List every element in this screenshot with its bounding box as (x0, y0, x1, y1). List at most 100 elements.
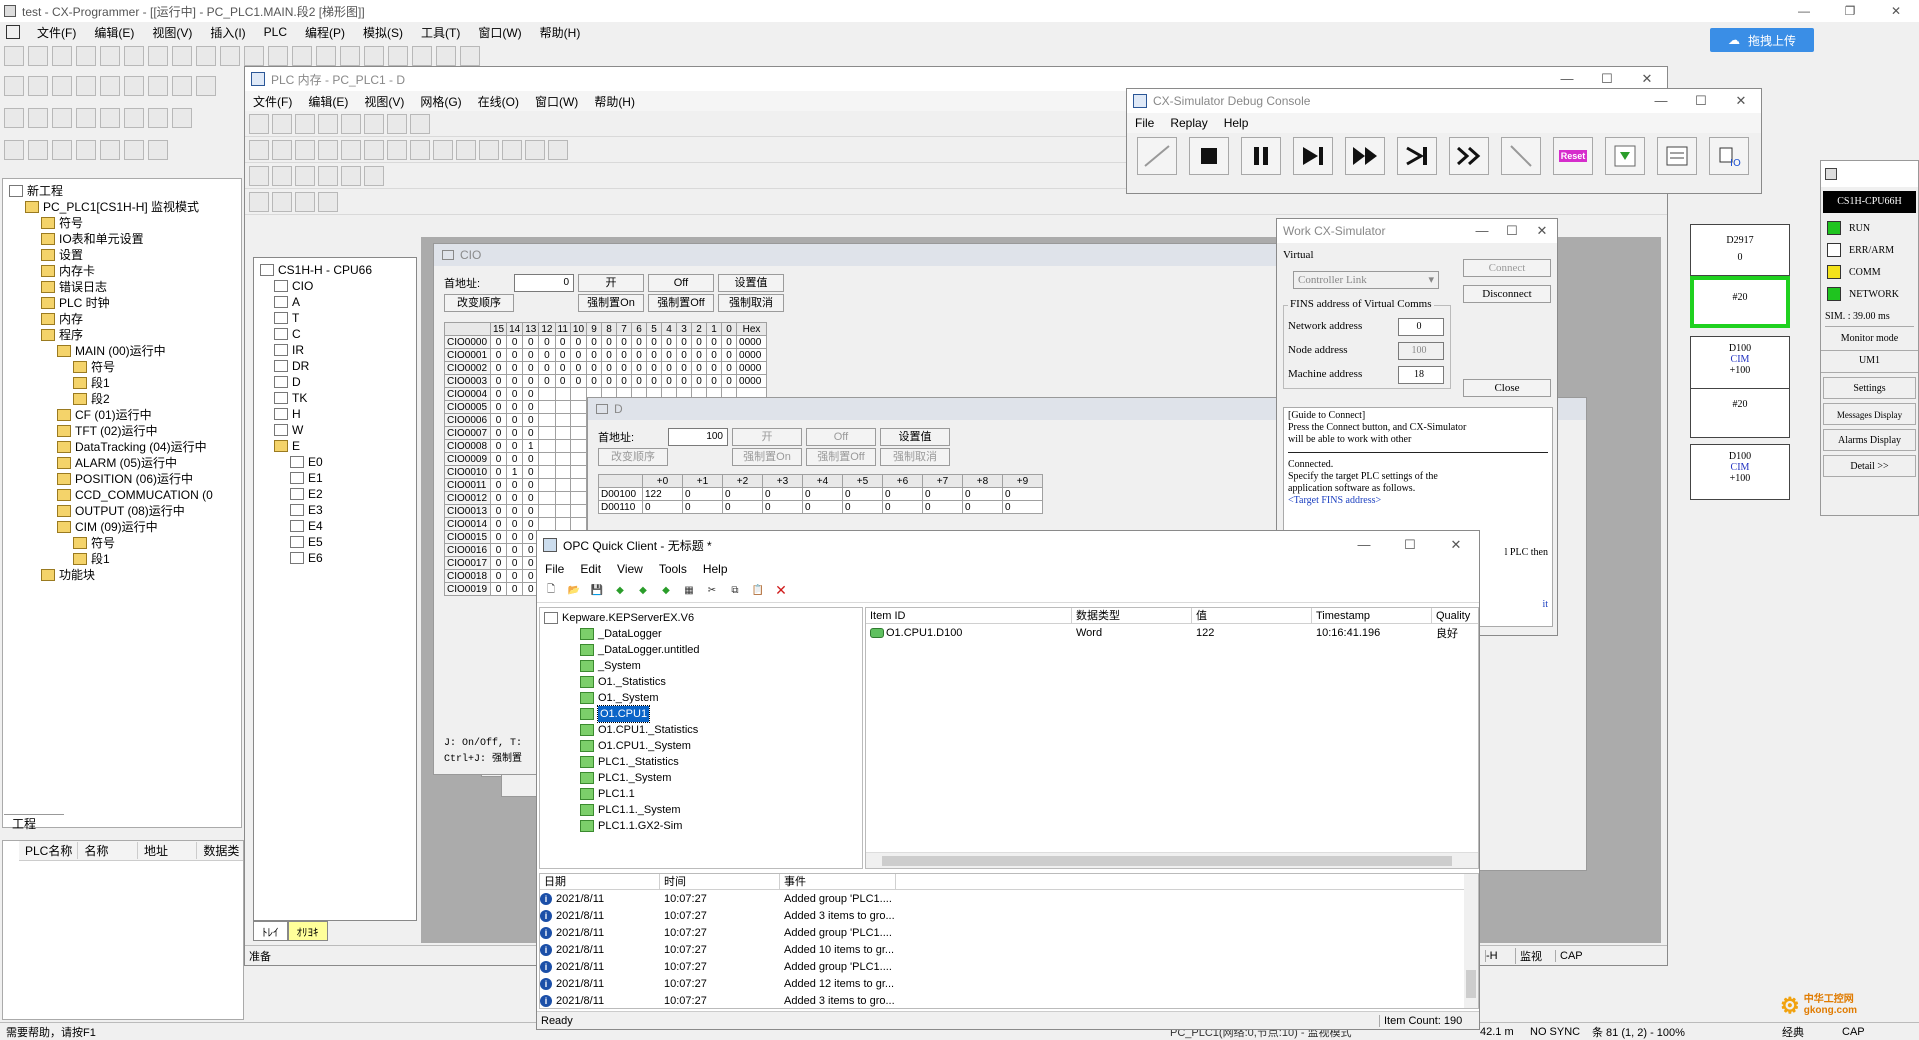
cio-bit-cell[interactable] (554, 478, 571, 492)
cio-bit-cell[interactable]: 0 (506, 530, 524, 544)
hscroll-thumb[interactable] (882, 856, 1452, 866)
cio-bit-cell[interactable] (569, 426, 588, 440)
redo-icon[interactable] (220, 46, 240, 66)
help-icon[interactable] (292, 46, 312, 66)
cio-bit-cell[interactable]: 0 (489, 426, 508, 440)
d-start-field[interactable]: 100 (668, 428, 728, 446)
tree-item[interactable]: CCD_COMMUCATION (0 (9, 487, 241, 503)
pm-hex-icon[interactable] (364, 139, 384, 160)
cio-bit-cell[interactable]: 0 (646, 348, 663, 362)
memory-area-item[interactable]: DR (260, 358, 416, 374)
opc-log-vscroll[interactable] (1464, 874, 1478, 1008)
d-value-cell[interactable]: 0 (722, 487, 763, 501)
menu-edit[interactable]: 编辑(E) (85, 24, 143, 41)
d-value-cell[interactable]: 122 (642, 487, 683, 501)
log-row[interactable]: i 2021/8/11 10:07:27 Added group 'PLC1.... (540, 924, 1478, 941)
unlink-icon[interactable] (124, 140, 144, 160)
pm-print-icon[interactable] (318, 113, 338, 134)
log-row[interactable]: i 2021/8/11 10:07:27 Added group 'PLC1.... (540, 890, 1478, 907)
compare-icon[interactable] (412, 46, 432, 66)
pm-download-icon[interactable] (318, 165, 338, 186)
tree-item[interactable]: 程序 (9, 327, 241, 343)
cio-force-off-button[interactable]: 强制置Off (648, 294, 714, 312)
slope-icon[interactable] (1137, 137, 1177, 175)
cio-bit-cell[interactable] (554, 400, 571, 414)
opc-open-icon[interactable]: 📂 (564, 581, 584, 601)
chart-icon[interactable] (196, 76, 216, 96)
cio-bit-cell[interactable]: 0 (691, 348, 708, 362)
col-event[interactable]: 事件 (780, 873, 896, 890)
dc-minimize-icon[interactable]: — (1641, 93, 1681, 109)
opc-new-item-icon[interactable]: ◆ (656, 581, 676, 601)
close-button[interactable]: Close (1463, 379, 1551, 397)
tab-orientation[interactable]: ｵﾘﾖｷ (287, 921, 328, 941)
opc-tree-item[interactable]: O1._Statistics (544, 674, 862, 690)
log-row[interactable]: i 2021/8/11 10:07:27 Added 12 items to gr..… (540, 975, 1478, 992)
memory-view-icon[interactable] (1657, 137, 1697, 175)
cio-bit-cell[interactable]: 0 (489, 387, 508, 401)
transfer-icon[interactable] (388, 46, 408, 66)
cio-bit-cell[interactable]: 0 (522, 413, 540, 427)
cio-bit-cell[interactable] (538, 491, 556, 505)
io-hand-icon[interactable]: IO (1709, 137, 1749, 175)
dc-menu-replay[interactable]: Replay (1162, 116, 1215, 130)
d-value-cell[interactable]: 0 (802, 487, 843, 501)
d-value-cell[interactable]: 0 (922, 500, 963, 514)
cio-on-button[interactable]: 开 (578, 274, 644, 292)
window-icon[interactable] (172, 108, 192, 128)
dc-maximize-icon[interactable]: ☐ (1681, 93, 1721, 109)
cio-bit-cell[interactable]: 0 (489, 465, 508, 479)
d-value-cell[interactable]: 0 (842, 487, 883, 501)
cio-bit-cell[interactable]: 0 (569, 348, 588, 362)
col-name[interactable]: 名称 (78, 842, 138, 859)
d-row[interactable]: D00100 122 0 0 0 0 0 0 0 0 0 (598, 487, 1043, 501)
opc-properties-icon[interactable]: ▦ (679, 581, 699, 601)
cio-bit-cell[interactable]: 0 (661, 335, 678, 349)
cio-bit-cell[interactable]: 0 (506, 361, 524, 375)
cio-bit-cell[interactable]: 0 (661, 374, 678, 388)
cio-bit-cell[interactable]: 0 (721, 374, 738, 388)
pm-menu-item[interactable]: 文件(F) (245, 93, 300, 110)
list-icon[interactable] (124, 76, 144, 96)
col-date[interactable]: 日期 (540, 873, 660, 890)
close-icon[interactable]: ✕ (1873, 4, 1919, 18)
cio-bit-cell[interactable]: 0 (489, 517, 508, 531)
cio-bit-cell[interactable]: 0 (489, 582, 508, 596)
opc-menu-file[interactable]: File (537, 562, 572, 576)
cio-bit-cell[interactable]: 0 (661, 348, 678, 362)
cio-bit-cell[interactable] (569, 491, 588, 505)
cio-bit-cell[interactable]: 0 (522, 517, 540, 531)
tree-item[interactable]: 内存卡 (9, 263, 241, 279)
cio-bit-cell[interactable]: 0 (506, 387, 524, 401)
cio-bit-cell[interactable] (569, 413, 588, 427)
cio-bit-cell[interactable]: 0 (506, 335, 524, 349)
pm-set-icon[interactable] (272, 191, 292, 212)
opc-menu-help[interactable]: Help (695, 562, 736, 576)
pm-float-icon[interactable] (410, 139, 430, 160)
cio-row[interactable]: CIO0001 0 0 0 0 0 0 0 0 0 0 0 0 0 0 0 0 0000 (444, 348, 768, 362)
pm-online-icon[interactable] (249, 165, 269, 186)
cio-bit-cell[interactable]: 0 (721, 335, 738, 349)
cio-force-cancel-button[interactable]: 强制取消 (718, 294, 784, 312)
cio-bit-cell[interactable]: 0 (522, 465, 540, 479)
tree-item[interactable]: 新工程 (9, 183, 241, 199)
download-icon[interactable] (1605, 137, 1645, 175)
pm-dec-icon[interactable] (295, 139, 315, 160)
opc-minimize-icon[interactable]: — (1341, 537, 1387, 553)
cio-bit-cell[interactable]: 0 (506, 413, 524, 427)
cio-bit-cell[interactable]: 0 (506, 374, 524, 388)
memory-area-item[interactable]: W (260, 422, 416, 438)
cio-bit-cell[interactable]: 0 (646, 374, 663, 388)
cio-bit-cell[interactable]: 0 (489, 439, 508, 453)
d-force-cancel-button[interactable]: 强制取消 (880, 448, 950, 466)
cio-hex-cell[interactable]: 0000 (736, 374, 768, 388)
cio-bit-cell[interactable]: 0 (601, 374, 618, 388)
cio-off-button[interactable]: Off (648, 274, 714, 292)
cio-bit-cell[interactable]: 0 (538, 348, 556, 362)
alarms-display-button[interactable]: Alarms Display (1823, 429, 1916, 451)
pm-menu-item[interactable]: 帮助(H) (586, 93, 643, 110)
opc-tree-item[interactable]: O1.CPU1 (544, 705, 862, 723)
memory-area-item[interactable]: C (260, 326, 416, 342)
open-icon[interactable] (28, 46, 48, 66)
d-value-cell[interactable]: 0 (1002, 500, 1043, 514)
